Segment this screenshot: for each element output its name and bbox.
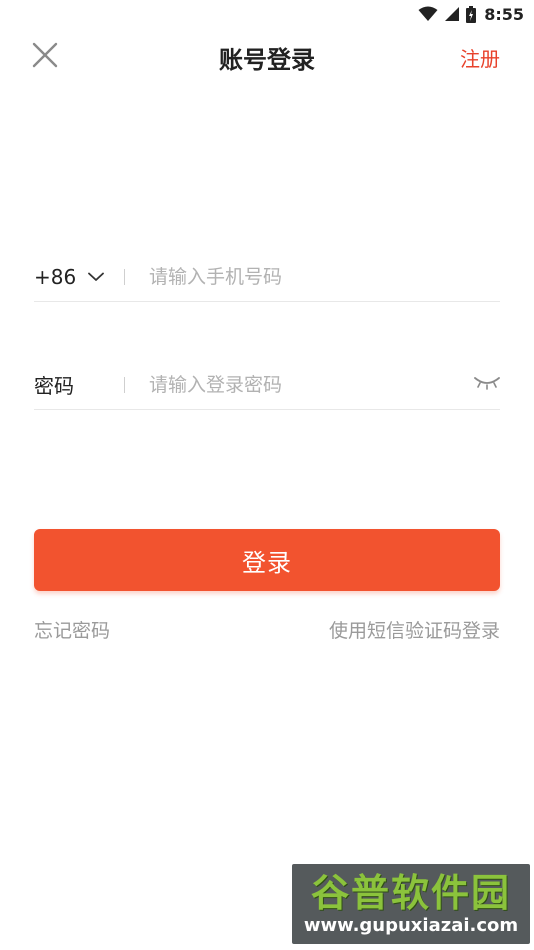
country-code-selector[interactable]: +86 bbox=[34, 265, 124, 289]
signal-icon bbox=[444, 6, 460, 22]
separator bbox=[124, 376, 125, 393]
password-row: 密码 bbox=[34, 360, 500, 410]
battery-icon bbox=[466, 5, 477, 23]
login-screen: 8:55 账号登录 注册 +86 密码 bbox=[0, 0, 534, 950]
status-bar: 8:55 bbox=[0, 0, 534, 28]
wifi-icon bbox=[418, 6, 438, 22]
phone-input[interactable] bbox=[149, 265, 500, 288]
watermark-title: 谷普软件园 bbox=[310, 871, 511, 915]
password-input[interactable] bbox=[149, 373, 470, 396]
eye-closed-icon bbox=[474, 375, 500, 394]
phone-row: +86 bbox=[34, 252, 500, 302]
watermark: 谷普软件园 www.gupuxiazai.com bbox=[292, 864, 530, 944]
register-link[interactable]: 注册 bbox=[460, 43, 500, 72]
header: 账号登录 注册 bbox=[0, 28, 534, 88]
country-code: +86 bbox=[34, 264, 77, 289]
watermark-url: www.gupuxiazai.com bbox=[303, 915, 519, 936]
password-label: 密码 bbox=[34, 374, 74, 398]
chevron-down-icon bbox=[88, 272, 105, 282]
separator bbox=[124, 268, 125, 285]
password-visibility-toggle[interactable] bbox=[470, 375, 500, 394]
status-time: 8:55 bbox=[484, 4, 524, 24]
login-button[interactable]: 登录 bbox=[34, 529, 500, 591]
page-title: 账号登录 bbox=[219, 46, 315, 74]
sms-login-link[interactable]: 使用短信验证码登录 bbox=[329, 616, 500, 643]
forgot-password-link[interactable]: 忘记密码 bbox=[34, 616, 110, 643]
